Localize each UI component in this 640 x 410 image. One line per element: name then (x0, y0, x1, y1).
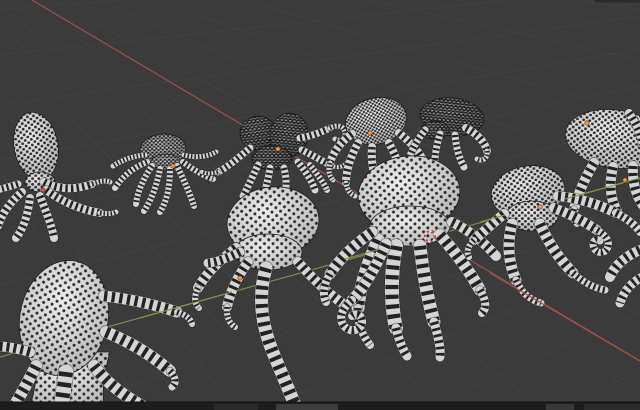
viewport-3d[interactable] (0, 0, 640, 410)
adjacent-editor-edge (595, 0, 640, 3)
origin-dot (275, 146, 281, 152)
bottom-bar-button[interactable] (214, 404, 258, 410)
origin-dot (367, 130, 373, 136)
origin-dot (537, 204, 543, 210)
origin-dot (40, 187, 46, 193)
bottom-editor-bar (0, 401, 640, 410)
bottom-bar-button[interactable] (584, 404, 640, 410)
origin-dot (237, 275, 243, 281)
blender-window (0, 0, 640, 410)
bottom-bar-button[interactable] (546, 404, 574, 410)
bottom-bar-button[interactable] (276, 404, 338, 410)
origin-dot (584, 120, 590, 126)
origin-dot (170, 163, 176, 169)
origin-dot (622, 177, 628, 183)
